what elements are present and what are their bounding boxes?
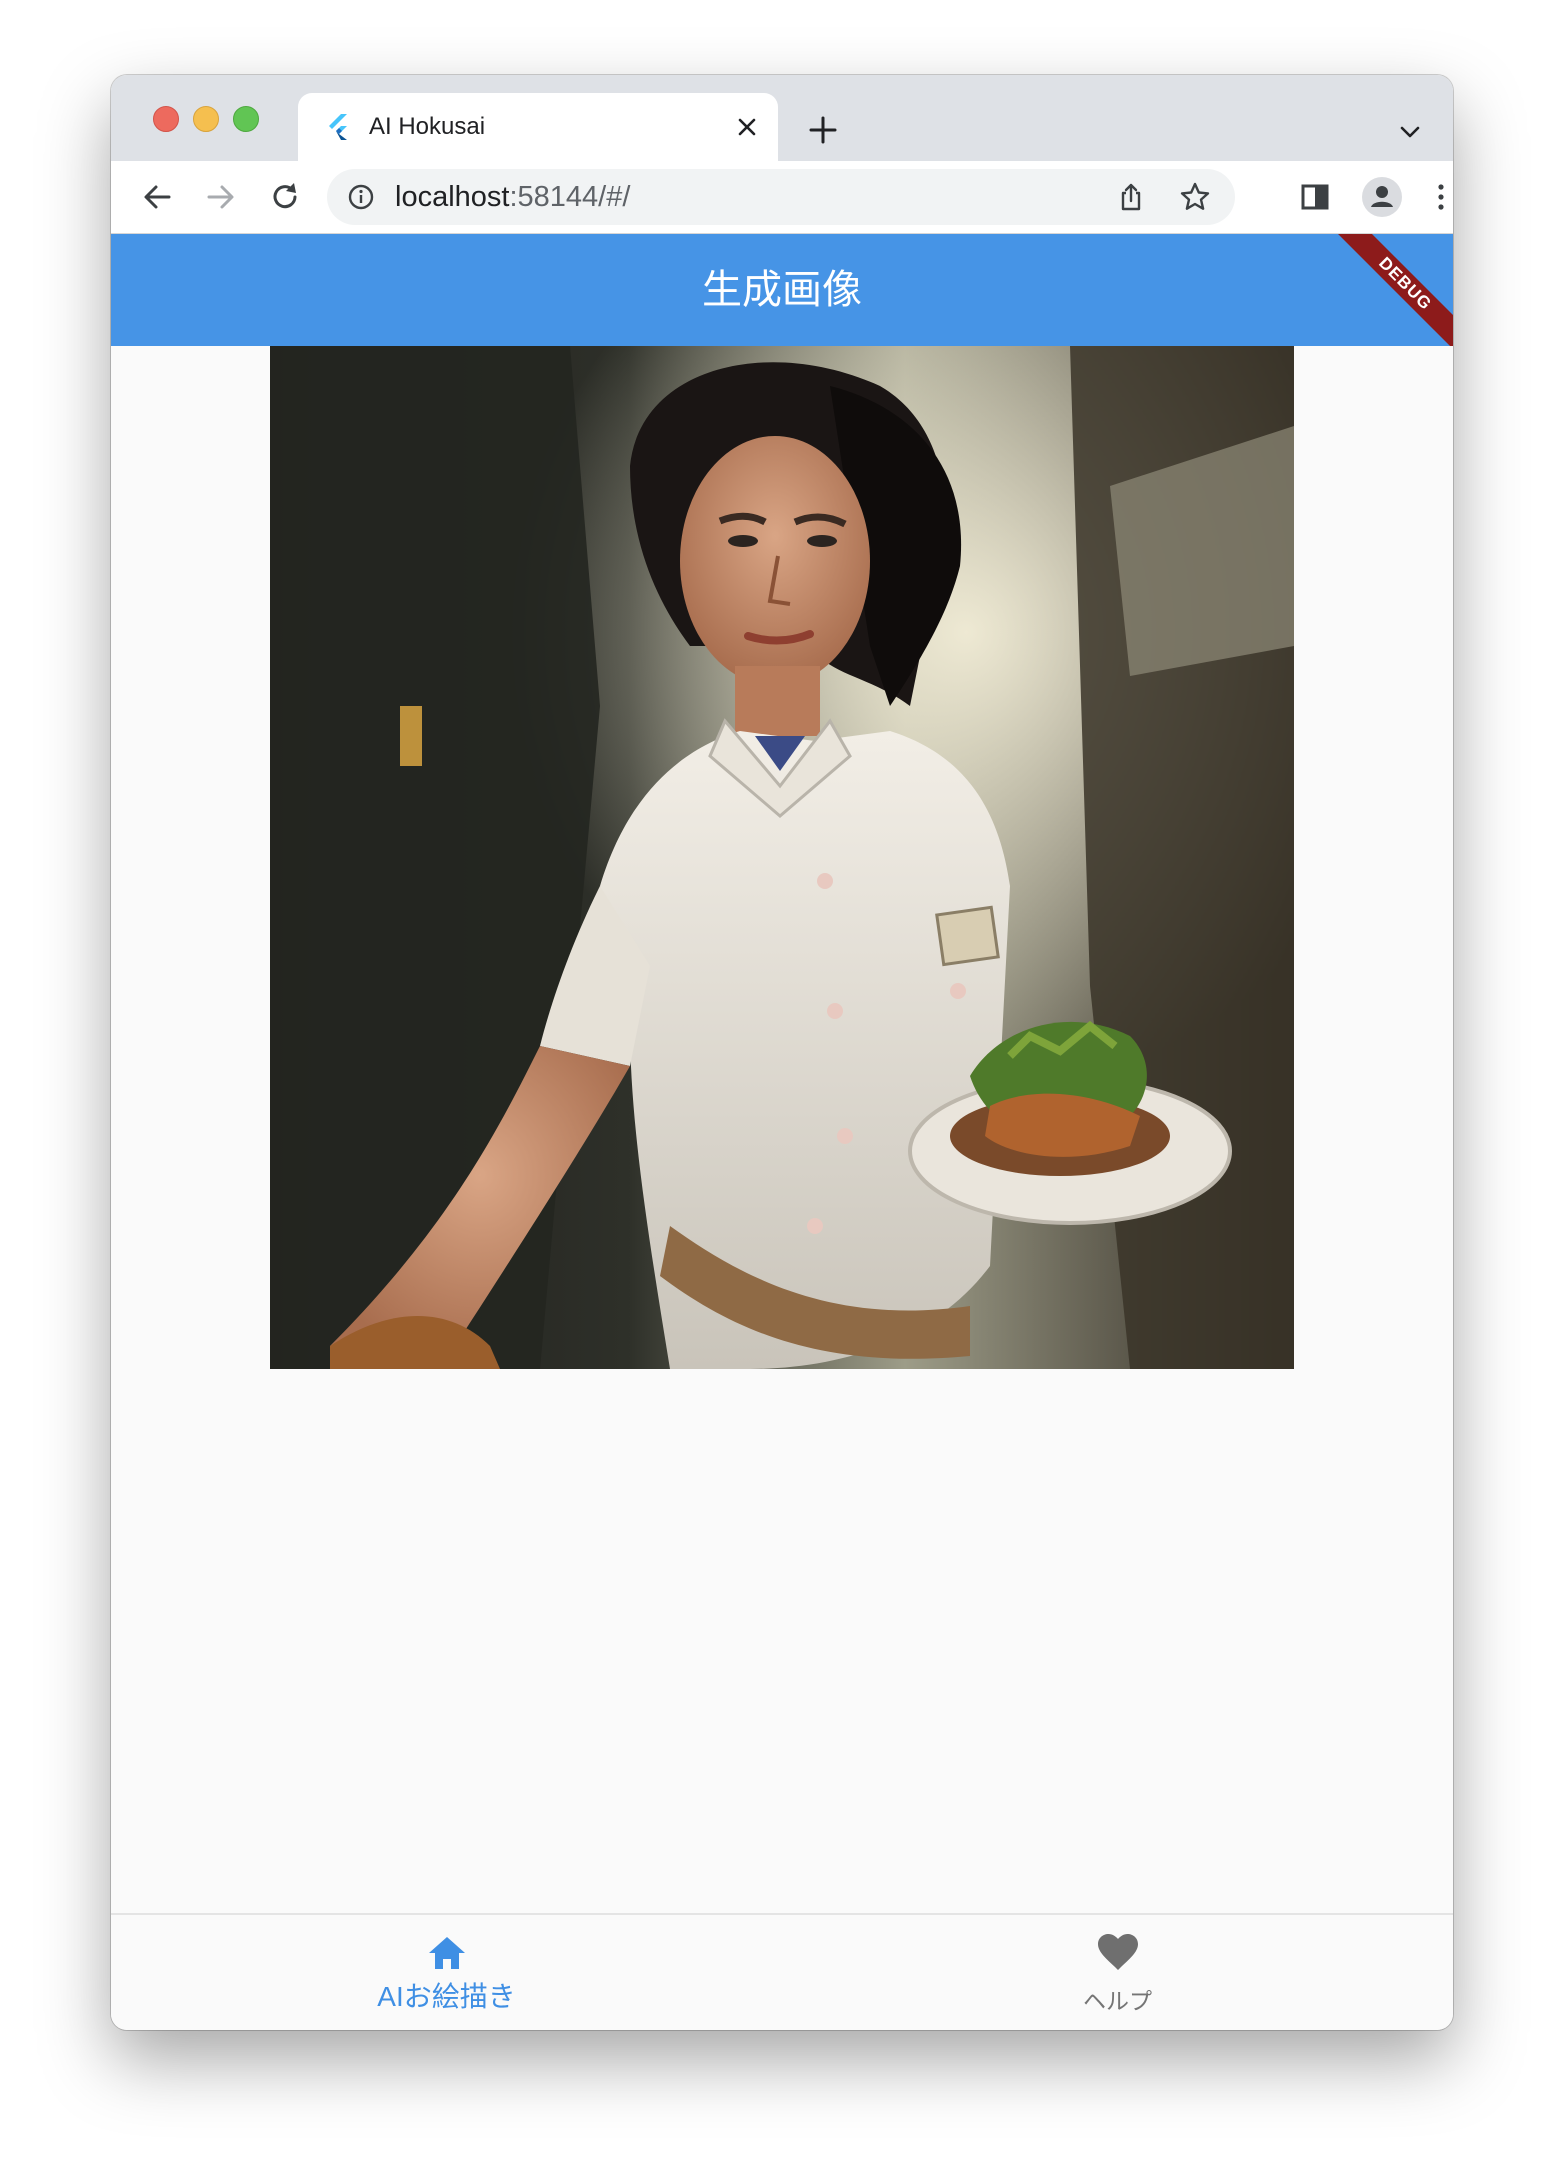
address-bar[interactable]: localhost:58144/#/ [327,169,1235,225]
forward-icon[interactable] [203,179,239,215]
nav-item-help[interactable]: ヘルプ [782,1915,1453,2030]
home-icon [428,1937,465,1969]
content-area [111,346,1453,1913]
url-path: :58144/#/ [509,181,631,213]
reload-icon[interactable] [267,179,303,215]
browser-menu-icon[interactable] [1423,179,1453,215]
tab-title: AI Hokusai [369,113,486,140]
maximize-window-button[interactable] [233,106,259,132]
share-icon[interactable] [1115,181,1147,213]
site-info-icon[interactable] [347,183,375,211]
side-panel-icon[interactable] [1297,179,1333,215]
nav-item-ai-drawing[interactable]: AIお絵描き [111,1915,782,2030]
generated-image [270,346,1294,1369]
bottom-navigation: AIお絵描き ヘルプ [111,1913,1453,2030]
back-icon[interactable] [139,179,175,215]
app-bar: 生成画像 DEBUG [111,234,1453,346]
minimize-window-button[interactable] [193,106,219,132]
tab-search-chevron-icon[interactable] [1397,119,1423,145]
browser-tab[interactable]: AI Hokusai [298,93,778,161]
flutter-icon [329,114,347,140]
close-window-button[interactable] [153,106,179,132]
nav-label-ai-drawing: AIお絵描き [377,1981,516,2012]
page-title: 生成画像 [702,268,862,312]
url-text[interactable]: localhost:58144/#/ [395,181,630,213]
nav-label-help: ヘルプ [1083,1988,1152,2014]
profile-avatar-icon[interactable] [1361,176,1403,218]
new-tab-icon[interactable] [806,113,840,147]
bookmark-star-icon[interactable] [1179,181,1211,213]
heart-icon [1097,1934,1138,1970]
close-tab-icon[interactable] [734,114,760,140]
browser-window: AI Hokusai localhost:58144/#/ 生成画像 DEBUG… [111,75,1453,2030]
tab-strip: AI Hokusai [111,75,1453,161]
browser-toolbar: localhost:58144/#/ [111,161,1453,234]
url-host: localhost [395,181,510,213]
